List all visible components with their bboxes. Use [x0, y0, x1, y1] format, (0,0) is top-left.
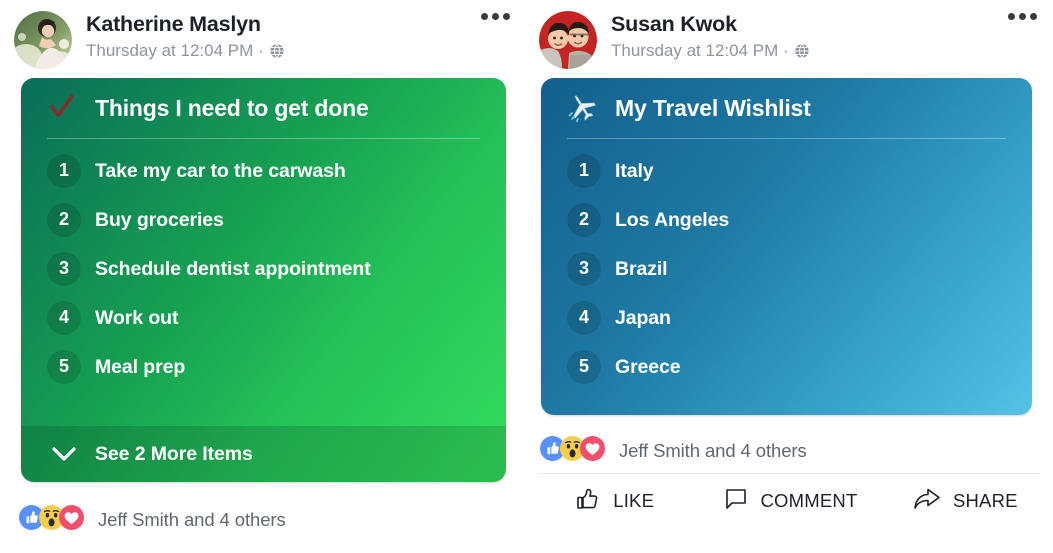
post-timestamp[interactable]: Thursday at 12:04 PM [611, 40, 778, 61]
globe-icon[interactable] [269, 42, 285, 59]
list-item[interactable]: 4 Work out [21, 293, 506, 342]
list-card-todo: Things I need to get done 1 Take my car … [21, 78, 506, 482]
list-item[interactable]: 2 Buy groceries [21, 195, 506, 244]
action-bar: LIKE COMMENT SHARE [527, 474, 1053, 528]
list-item[interactable]: 5 Meal prep [21, 342, 506, 391]
list-item-number: 2 [47, 202, 81, 237]
list-item-label: Work out [95, 306, 179, 329]
reaction-summary-text[interactable]: Jeff Smith and 4 others [98, 509, 286, 531]
like-button[interactable]: LIKE [527, 474, 702, 528]
airplane-icon [567, 92, 601, 124]
list-item-number: 1 [567, 153, 601, 188]
list-items: 1 Italy 2 Los Angeles 3 Brazil 4 Japan 5 [541, 139, 1032, 391]
post-meta: Thursday at 12:04 PM · [611, 40, 810, 61]
author-name[interactable]: Susan Kwok [611, 12, 810, 37]
avatar-image [539, 11, 597, 69]
list-item[interactable]: 1 Italy [541, 146, 1032, 195]
reactions-row[interactable]: Jeff Smith and 4 others [527, 429, 1053, 473]
list-item-label: Greece [615, 355, 681, 378]
list-item-label: Buy groceries [95, 208, 224, 231]
list-item-label: Los Angeles [615, 208, 730, 231]
list-card-title: My Travel Wishlist [615, 95, 811, 121]
list-item-number: 2 [567, 202, 601, 237]
comment-button-label: COMMENT [760, 490, 858, 511]
post-meta: Thursday at 12:04 PM · [86, 40, 285, 61]
list-items: 1 Take my car to the carwash 2 Buy groce… [21, 139, 506, 391]
meta-separator-dot: · [258, 41, 264, 60]
thumbs-up-outline-icon [575, 486, 601, 517]
like-button-label: LIKE [613, 490, 655, 511]
list-item-number: 3 [47, 251, 81, 286]
post-author-block: Katherine Maslyn Thursday at 12:04 PM · [86, 9, 285, 61]
post-timestamp[interactable]: Thursday at 12:04 PM [86, 40, 253, 61]
list-item-number: 3 [567, 251, 601, 286]
reaction-summary-text[interactable]: Jeff Smith and 4 others [619, 440, 807, 462]
list-item-number: 5 [47, 349, 81, 384]
comment-button[interactable]: COMMENT [702, 474, 877, 528]
see-more-items-button[interactable]: See 2 More Items [21, 426, 506, 482]
list-item-number: 5 [567, 349, 601, 384]
list-card-header: Things I need to get done [21, 78, 506, 138]
post-katherine: Katherine Maslyn Thursday at 12:04 PM · [0, 0, 527, 553]
list-item-label: Take my car to the carwash [95, 159, 346, 182]
list-item-label: Meal prep [95, 355, 186, 378]
avatar[interactable] [14, 11, 72, 69]
more-options-icon[interactable] [481, 13, 510, 20]
meta-separator-dot: · [783, 41, 789, 60]
list-item[interactable]: 3 Brazil [541, 244, 1032, 293]
check-mark-icon [47, 93, 81, 123]
see-more-items-label: See 2 More Items [95, 443, 253, 465]
globe-icon[interactable] [794, 42, 810, 59]
list-card-travel: My Travel Wishlist 1 Italy 2 Los Angeles… [541, 78, 1032, 415]
list-item-number: 4 [567, 300, 601, 335]
share-arrow-icon [913, 486, 941, 517]
list-item-number: 4 [47, 300, 81, 335]
list-item-label: Japan [615, 306, 671, 329]
chevron-down-icon [47, 439, 81, 469]
author-name[interactable]: Katherine Maslyn [86, 12, 285, 37]
reactions-row[interactable]: Jeff Smith and 4 others [0, 498, 527, 542]
post-author-block: Susan Kwok Thursday at 12:04 PM · [611, 9, 810, 61]
list-card-title: Things I need to get done [95, 95, 369, 121]
facebook-list-posts-screen: Katherine Maslyn Thursday at 12:04 PM · [0, 0, 1053, 553]
avatar[interactable] [539, 11, 597, 69]
reaction-icons[interactable] [19, 505, 84, 535]
list-item[interactable]: 5 Greece [541, 342, 1032, 391]
list-item[interactable]: 4 Japan [541, 293, 1032, 342]
list-item[interactable]: 1 Take my car to the carwash [21, 146, 506, 195]
dot [1030, 13, 1037, 20]
love-icon [59, 505, 84, 535]
share-button[interactable]: SHARE [878, 474, 1053, 528]
list-item[interactable]: 2 Los Angeles [541, 195, 1032, 244]
list-item-label: Schedule dentist appointment [95, 257, 371, 280]
dot [481, 13, 488, 20]
comment-bubble-icon [723, 486, 749, 517]
avatar-image [14, 11, 72, 69]
list-item-number: 1 [47, 153, 81, 188]
more-options-icon[interactable] [1008, 13, 1037, 20]
list-card-header: My Travel Wishlist [541, 78, 1032, 138]
reaction-icons[interactable] [540, 436, 605, 466]
list-item-label: Brazil [615, 257, 668, 280]
post-susan: Susan Kwok Thursday at 12:04 PM · My Tra… [527, 0, 1053, 553]
dot [503, 13, 510, 20]
dot [1019, 13, 1026, 20]
list-item[interactable]: 3 Schedule dentist appointment [21, 244, 506, 293]
love-icon [580, 436, 605, 466]
list-item-label: Italy [615, 159, 654, 182]
post-header: Susan Kwok Thursday at 12:04 PM · [527, 0, 1053, 78]
dot [492, 13, 499, 20]
share-button-label: SHARE [952, 490, 1018, 511]
dot [1008, 13, 1015, 20]
post-header: Katherine Maslyn Thursday at 12:04 PM · [0, 0, 527, 78]
